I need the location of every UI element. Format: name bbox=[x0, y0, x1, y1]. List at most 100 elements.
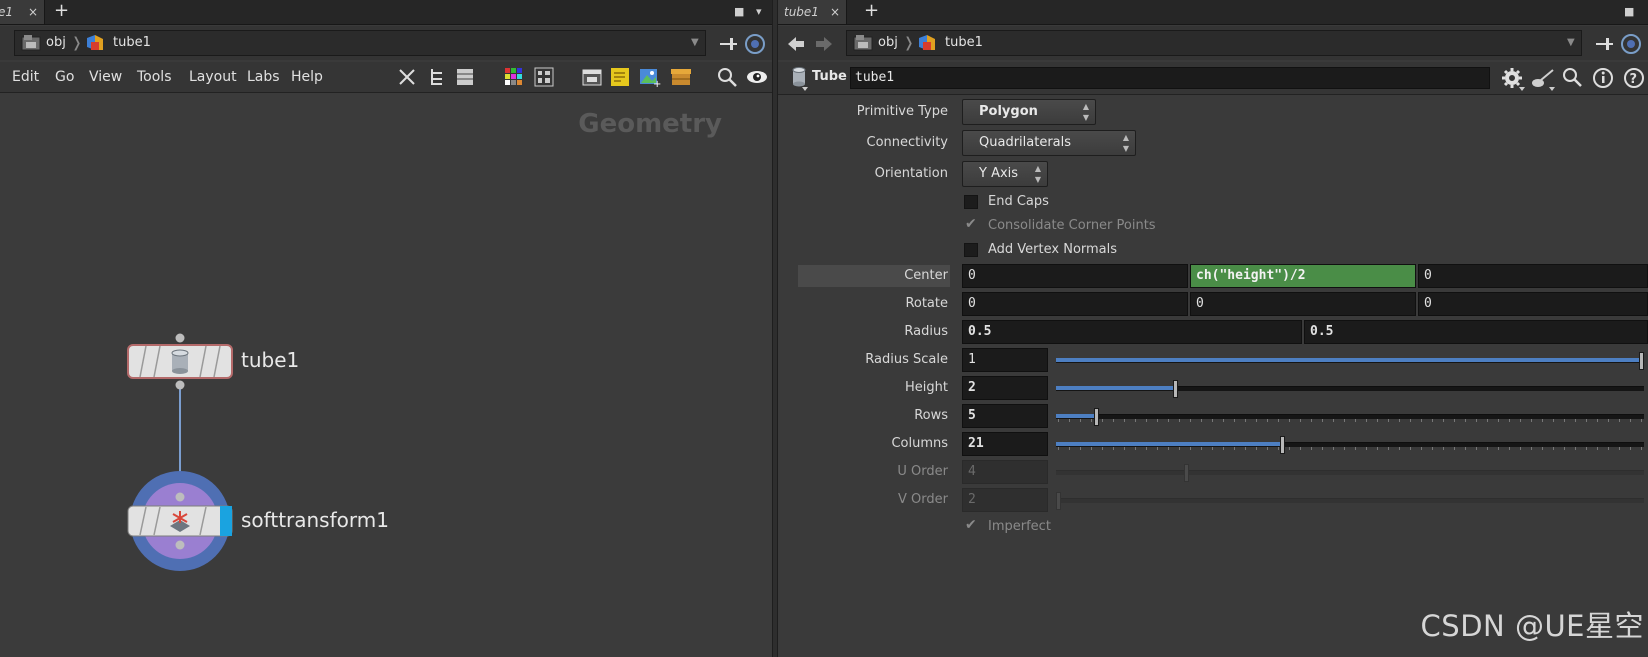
tab-tube1[interactable]: tube1 × bbox=[778, 0, 847, 24]
orientation-dropdown[interactable]: Y Axis ▲ ▼ bbox=[962, 161, 1048, 187]
rotate-y-field[interactable]: 0 bbox=[1190, 292, 1416, 316]
slider-handle bbox=[1184, 464, 1189, 482]
add-tab-button[interactable]: + bbox=[54, 0, 69, 24]
pane-menu-icon[interactable]: ▾ bbox=[756, 0, 762, 24]
radius-x-field[interactable]: 0.5 bbox=[962, 320, 1302, 344]
slider-handle[interactable] bbox=[1280, 436, 1285, 454]
param-label-u-order: U Order bbox=[897, 464, 948, 479]
eye-icon[interactable] bbox=[746, 67, 768, 87]
path-separator-icon: ❭ bbox=[71, 35, 83, 51]
background-image-icon[interactable]: + bbox=[639, 67, 661, 87]
u-order-slider bbox=[1056, 460, 1644, 484]
tube-cylinder-icon[interactable] bbox=[790, 67, 808, 91]
height-field[interactable]: 2 bbox=[962, 376, 1048, 400]
menu-go[interactable]: Go bbox=[55, 62, 74, 92]
slider-handle[interactable] bbox=[1173, 380, 1178, 398]
path-dropdown-icon[interactable]: ▼ bbox=[691, 31, 699, 55]
path-navigator[interactable]: obj ❭ tube1 ▼ bbox=[846, 30, 1582, 56]
param-label-primitive-type: Primitive Type bbox=[856, 104, 948, 119]
center-y-expression-field[interactable]: ch("height")/2 bbox=[1190, 264, 1416, 288]
center-x-field[interactable]: 0 bbox=[962, 264, 1188, 288]
path-dropdown-icon[interactable]: ▼ bbox=[1567, 31, 1575, 55]
u-order-field: 4 bbox=[962, 460, 1048, 484]
forward-arrow-icon[interactable] bbox=[814, 35, 834, 53]
tab-network[interactable]: e1 × bbox=[0, 0, 45, 24]
geometry-object-icon bbox=[87, 35, 103, 50]
rows-slider[interactable] bbox=[1056, 404, 1644, 428]
slider-track bbox=[1056, 498, 1644, 503]
tools-icon[interactable] bbox=[397, 67, 419, 87]
slider-ticks bbox=[1058, 419, 1642, 422]
slider-fill bbox=[1056, 358, 1639, 362]
shape-palette-icon[interactable] bbox=[534, 67, 554, 87]
maximize-pane-icon[interactable]: ■ bbox=[734, 0, 744, 24]
tab-label: tube1 bbox=[784, 5, 819, 19]
node-label-softtransform1[interactable]: softtransform1 bbox=[241, 508, 389, 532]
primitive-type-dropdown[interactable]: Polygon ▲ ▼ bbox=[962, 99, 1096, 125]
menu-labs[interactable]: Labs bbox=[247, 62, 280, 92]
rotate-z-field[interactable]: 0 bbox=[1418, 292, 1648, 316]
pin-icon[interactable] bbox=[1594, 36, 1614, 52]
radius-scale-field[interactable]: 1 bbox=[962, 348, 1048, 372]
param-label-rows: Rows bbox=[914, 408, 948, 423]
input-connector-icon[interactable] bbox=[175, 333, 185, 343]
list-view-icon[interactable] bbox=[456, 67, 474, 87]
add-tab-button[interactable]: + bbox=[864, 0, 879, 24]
output-connector-icon[interactable] bbox=[175, 380, 185, 390]
brush-icon[interactable] bbox=[1531, 67, 1557, 91]
rows-field[interactable]: 5 bbox=[962, 404, 1048, 428]
info-icon[interactable] bbox=[1592, 67, 1614, 89]
input-connector-icon[interactable] bbox=[175, 492, 185, 502]
menu-view[interactable]: View bbox=[89, 62, 122, 92]
height-slider[interactable] bbox=[1056, 376, 1644, 400]
pin-icon[interactable] bbox=[718, 36, 738, 52]
connectivity-dropdown[interactable]: Quadrilaterals ▲ ▼ bbox=[962, 130, 1136, 156]
asset-box-icon[interactable] bbox=[670, 67, 692, 87]
search-icon[interactable] bbox=[717, 67, 739, 87]
tab-close-icon[interactable]: × bbox=[28, 0, 38, 24]
maximize-pane-icon[interactable]: ■ bbox=[1624, 0, 1634, 24]
color-palette-icon[interactable] bbox=[504, 67, 524, 87]
menu-layout[interactable]: Layout bbox=[189, 62, 237, 92]
tree-view-icon[interactable] bbox=[428, 67, 446, 87]
network-view-canvas[interactable]: Geometry tube1 softtransform1 bbox=[0, 93, 772, 657]
slider-handle[interactable] bbox=[1094, 408, 1099, 426]
gear-icon[interactable] bbox=[1501, 67, 1525, 91]
path-segment-obj[interactable]: obj bbox=[46, 31, 66, 55]
tab-close-icon[interactable]: × bbox=[830, 0, 840, 24]
output-connector-icon[interactable] bbox=[175, 540, 185, 550]
path-navigator[interactable]: obj ❭ tube1 ▼ bbox=[14, 30, 706, 56]
menu-help[interactable]: Help bbox=[291, 62, 323, 92]
node-tube1[interactable] bbox=[127, 333, 233, 390]
back-arrow-icon[interactable] bbox=[786, 35, 806, 53]
menu-edit[interactable]: Edit bbox=[12, 62, 39, 92]
search-icon[interactable] bbox=[1562, 67, 1584, 89]
menu-tools[interactable]: Tools bbox=[137, 62, 172, 92]
param-label-height: Height bbox=[905, 380, 948, 395]
node-softtransform1[interactable] bbox=[127, 471, 233, 571]
radius-scale-slider[interactable] bbox=[1056, 348, 1644, 372]
end-caps-checkbox[interactable] bbox=[964, 195, 978, 209]
imperfect-checkmark-icon: ✔ bbox=[965, 517, 977, 533]
help-icon[interactable]: ? bbox=[1623, 67, 1645, 89]
rotate-x-field[interactable]: 0 bbox=[962, 292, 1188, 316]
path-segment-tube1[interactable]: tube1 bbox=[945, 31, 983, 55]
node-label-tube1[interactable]: tube1 bbox=[241, 348, 299, 372]
dropdown-arrows-icon: ▲ ▼ bbox=[1034, 164, 1041, 184]
network-box-icon[interactable] bbox=[582, 67, 602, 87]
add-vertex-normals-checkbox[interactable] bbox=[964, 243, 978, 257]
radius-z-field[interactable]: 0.5 bbox=[1304, 320, 1648, 344]
node-name-field[interactable]: tube1 bbox=[850, 67, 1490, 89]
sticky-note-icon[interactable] bbox=[610, 67, 630, 87]
network-menu-bar: Edit Go View Tools Layout Labs Help + bbox=[0, 62, 772, 93]
path-segment-obj[interactable]: obj bbox=[878, 31, 898, 55]
columns-field[interactable]: 21 bbox=[962, 432, 1048, 456]
link-target-icon[interactable] bbox=[744, 33, 766, 55]
path-segment-tube1[interactable]: tube1 bbox=[113, 31, 151, 55]
slider-fill bbox=[1056, 414, 1094, 418]
slider-handle[interactable] bbox=[1639, 352, 1644, 370]
link-target-icon[interactable] bbox=[1620, 33, 1642, 55]
columns-slider[interactable] bbox=[1056, 432, 1644, 456]
center-z-field[interactable]: 0 bbox=[1418, 264, 1648, 288]
left-tab-bar: e1 × + ■ ▾ bbox=[0, 0, 772, 25]
